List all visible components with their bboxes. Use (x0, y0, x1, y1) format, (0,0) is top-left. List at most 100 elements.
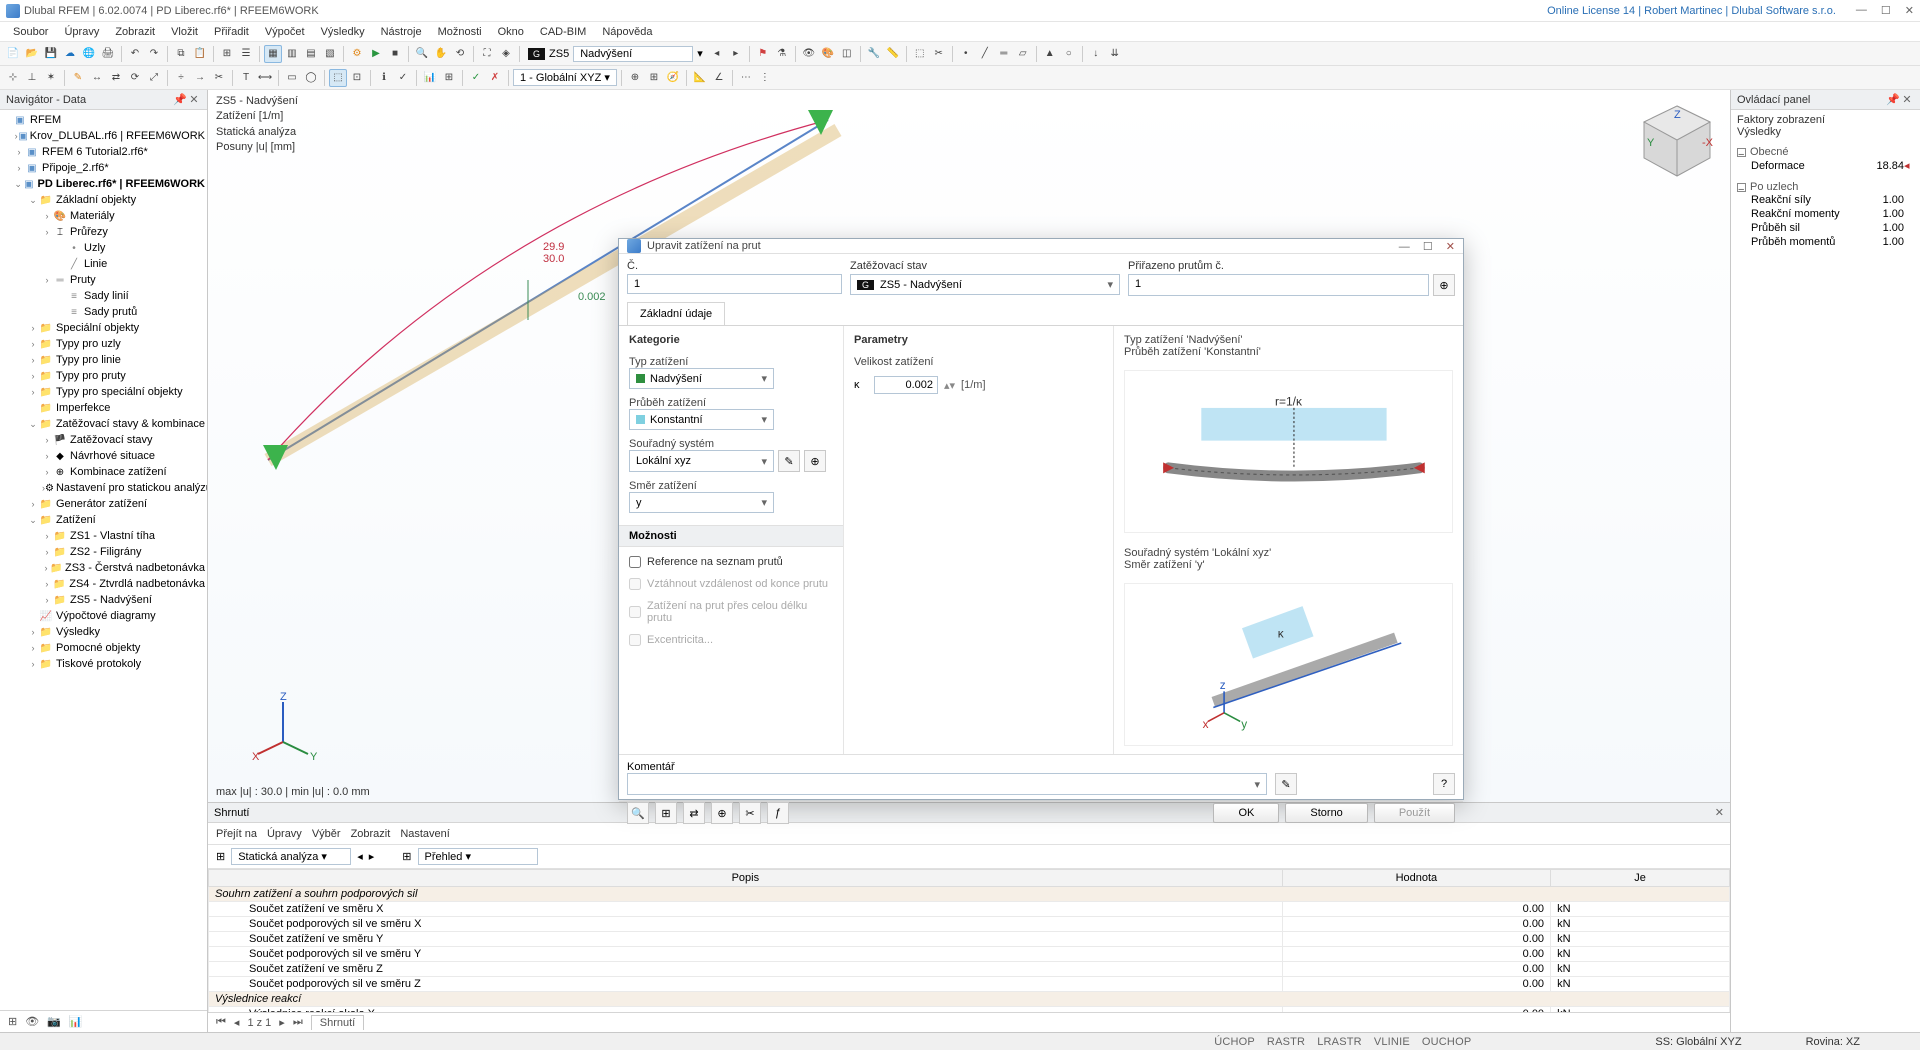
nav-view-icon[interactable]: 📷 (47, 1015, 61, 1028)
tab-prejit[interactable]: Přejít na (216, 828, 257, 840)
tab-vyber[interactable]: Výběr (312, 828, 341, 840)
paste-icon[interactable]: 📋 (191, 45, 209, 63)
cs-edit-icon[interactable]: ✎ (778, 450, 800, 472)
edit-icon[interactable]: ✎ (69, 69, 87, 87)
status-rastr[interactable]: RASTR (1267, 1036, 1305, 1048)
load2-icon[interactable]: ⇊ (1106, 45, 1124, 63)
measure-icon[interactable]: 📏 (884, 45, 902, 63)
node-icon[interactable]: • (957, 45, 975, 63)
tree-folder[interactable]: ›📁Typy pro linie (0, 352, 207, 368)
next-lc-icon[interactable]: ▸ (727, 45, 745, 63)
print-icon[interactable]: 🖨 (99, 45, 117, 63)
member-icon[interactable]: ═ (995, 45, 1013, 63)
cs-new-icon[interactable]: ⊕ (804, 450, 826, 472)
tree-folder[interactable]: ›📁Typy pro uzly (0, 336, 207, 352)
tree-folder[interactable]: ⌄📁Základní objekty (0, 192, 207, 208)
status-ouchop[interactable]: OUCHOP (1422, 1036, 1471, 1048)
magnitude-input[interactable] (874, 376, 938, 394)
tree-folder[interactable]: ›📁Výsledky (0, 624, 207, 640)
axis-icon[interactable]: ⊕ (626, 69, 644, 87)
help-icon[interactable]: ? (1433, 773, 1455, 795)
calc-icon[interactable]: ⚙ (348, 45, 366, 63)
tree-item[interactable]: ›◆Návrhové situace (0, 448, 207, 464)
dialog-close-icon[interactable]: ✕ (1446, 241, 1455, 253)
comment-edit-icon[interactable]: ✎ (1275, 773, 1297, 795)
tree-item[interactable]: •Uzly (0, 240, 207, 256)
foot-tab[interactable]: Shrnutí (311, 1015, 364, 1030)
field-loadcase-select[interactable]: G ZS5 - Nadvýšení ▾ (850, 274, 1120, 295)
tree-item[interactable]: ›⚙Nastavení pro statickou analýzu (0, 480, 207, 496)
nav-data-icon[interactable]: ⊞ (8, 1015, 17, 1028)
tree-loadcase[interactable]: ›📁ZS4 - Ztvrdlá nadbetonávka (0, 576, 207, 592)
table-row[interactable]: Součet podporových sil ve směru Z0.00kN (209, 977, 1730, 992)
deform-row[interactable]: Deformace 18.84 ◂ (1737, 158, 1914, 173)
tree-model[interactable]: ›▣Připoje_2.rf6* (0, 160, 207, 176)
dialog-maximize-icon[interactable]: ☐ (1423, 241, 1433, 253)
nodes-group[interactable]: −Po uzlech (1737, 181, 1914, 193)
next-icon[interactable]: ▸ (369, 850, 375, 863)
apply-button[interactable]: Použít (1374, 803, 1455, 823)
table-row[interactable]: Součet podporových sil ve směru Y0.00kN (209, 947, 1730, 962)
grid-icon[interactable]: ⊞ (218, 45, 236, 63)
load-type-select[interactable]: Nadvýšení▾ (629, 368, 774, 389)
ctrl-row[interactable]: Reakční momenty1.00 (1737, 207, 1914, 221)
tree-item[interactable]: 📈Výpočtové diagramy (0, 608, 207, 624)
section-icon[interactable]: ✂ (930, 45, 948, 63)
view2-icon[interactable]: ▥ (283, 45, 301, 63)
pick-members-icon[interactable]: ⊕ (1433, 274, 1455, 296)
tree-folder[interactable]: ⌄📁Zatěžovací stavy & kombinace (0, 416, 207, 432)
menu-zobrazit[interactable]: Zobrazit (108, 24, 162, 40)
tree-item[interactable]: ›═Pruty (0, 272, 207, 288)
prev-lc-icon[interactable]: ◂ (708, 45, 726, 63)
flag-icon[interactable]: ⚑ (754, 45, 772, 63)
surface-icon[interactable]: ▱ (1014, 45, 1032, 63)
table-row[interactable]: Součet podporových sil ve směru X0.00kN (209, 917, 1730, 932)
support-icon[interactable]: ▲ (1041, 45, 1059, 63)
table-row[interactable]: Součet zatížení ve směru Y0.00kN (209, 932, 1730, 947)
angle-icon[interactable]: ∠ (710, 69, 728, 87)
ortho-icon[interactable]: ⊥ (23, 69, 41, 87)
pin-icon[interactable]: 📌 (173, 93, 187, 106)
scale-icon[interactable]: ⤢ (145, 69, 163, 87)
load-icon[interactable]: ↓ (1087, 45, 1105, 63)
menu-priradit[interactable]: Přiřadit (207, 24, 256, 40)
general-group[interactable]: −Obecné (1737, 146, 1914, 158)
comment-input[interactable]: ▾ (627, 773, 1267, 795)
ok-icon[interactable]: ✓ (467, 69, 485, 87)
rotate2-icon[interactable]: ⟳ (126, 69, 144, 87)
divide-icon[interactable]: ÷ (172, 69, 190, 87)
run-icon[interactable]: ▶ (367, 45, 385, 63)
ok-button[interactable]: OK (1213, 803, 1279, 823)
tree-item[interactable]: ≡Sady linií (0, 288, 207, 304)
lasso-icon[interactable]: ◯ (302, 69, 320, 87)
save-icon[interactable]: 💾 (42, 45, 60, 63)
cross-select-icon[interactable]: ⊡ (348, 69, 366, 87)
open-icon[interactable]: 📂 (23, 45, 41, 63)
menu-vypocet[interactable]: Výpočet (258, 24, 312, 40)
maximize-icon[interactable]: ☐ (1881, 4, 1891, 17)
cancel-button[interactable]: Storno (1285, 803, 1367, 823)
dialog-minimize-icon[interactable]: — (1399, 241, 1410, 253)
prev-icon[interactable]: ◂ (357, 850, 363, 863)
status-uchop[interactable]: ÚCHOP (1214, 1036, 1255, 1048)
nav-eye-icon[interactable]: 👁 (25, 1015, 39, 1028)
ctrl-row[interactable]: Průběh momentů1.00 (1737, 235, 1914, 249)
minimize-icon[interactable]: — (1856, 4, 1867, 17)
web-icon[interactable]: 🌐 (80, 45, 98, 63)
results-icon[interactable]: 📊 (421, 69, 439, 87)
tab-upravy[interactable]: Úpravy (267, 828, 302, 840)
line-icon[interactable]: ╱ (976, 45, 994, 63)
opt-reference-list[interactable]: Reference na seznam prutů (629, 555, 833, 569)
view3-icon[interactable]: ▤ (302, 45, 320, 63)
move-icon[interactable]: ↔ (88, 69, 106, 87)
tree-folder[interactable]: ›📁Tiskové protokoly (0, 656, 207, 672)
panel-close-icon[interactable]: ✕ (1900, 93, 1914, 106)
tree-folder[interactable]: ⌄📁Zatížení (0, 512, 207, 528)
analysis-select[interactable]: Statická analýza ▾ (231, 848, 351, 865)
menu-soubor[interactable]: Soubor (6, 24, 55, 40)
fit-icon[interactable]: ⛶ (478, 45, 496, 63)
view4-icon[interactable]: ▧ (321, 45, 339, 63)
select-icon[interactable]: ▭ (283, 69, 301, 87)
foot-icon-6[interactable]: ƒ (767, 802, 789, 824)
tree-item[interactable]: ›🎨Materiály (0, 208, 207, 224)
